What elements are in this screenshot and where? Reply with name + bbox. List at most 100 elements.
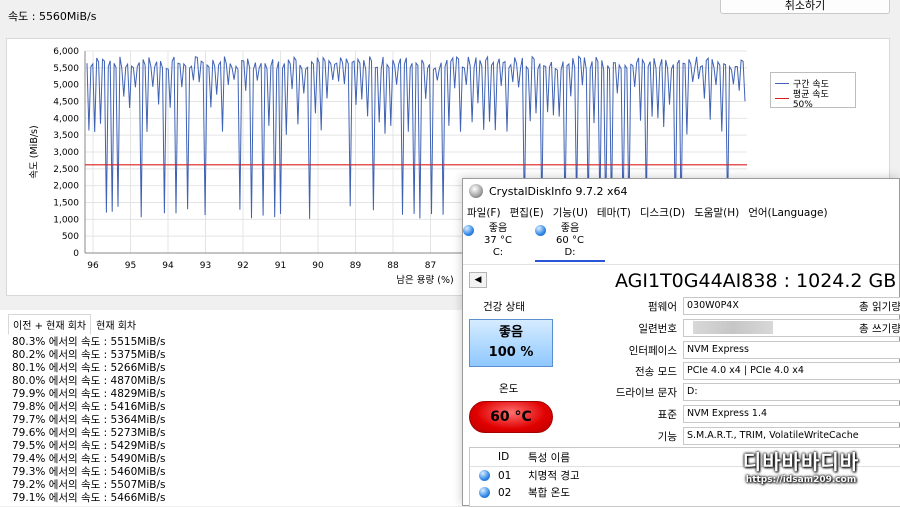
x-tick-label: 95: [125, 261, 136, 271]
attr-name: 복합 온도: [528, 487, 570, 499]
y-tick-label: 2,500: [53, 165, 79, 175]
status-dot-icon: [478, 487, 490, 498]
attr-name: 치명적 경고: [528, 470, 580, 482]
menu-file[interactable]: 파일(F): [467, 205, 501, 220]
x-tick-label: 91: [275, 261, 286, 271]
drive-c-letter: C:: [492, 247, 504, 258]
tab-all-rounds[interactable]: 이전 + 현재 회차: [8, 314, 92, 335]
chart-legend: 구간 속도 평균 속도 50%: [770, 72, 856, 110]
health-label: 건강 상태: [483, 301, 525, 313]
legend-swatch-red: [775, 98, 789, 99]
drive-d-letter: D:: [564, 247, 576, 258]
drive-selector-bar: 좋음 37 °C C: 좋음 60 °C D:: [463, 221, 899, 265]
log-line: 80.1% 에서의 속도 : 5266MiB/s: [12, 362, 166, 374]
firmware-label: 펌웨어: [648, 301, 677, 313]
standard-label: 표준: [657, 409, 677, 421]
total-write-label: 총 쓰기량: [859, 323, 900, 335]
x-tick-label: 90: [312, 261, 324, 271]
menu-bar: 파일(F) 편집(E) 기능(U) 테마(T) 디스크(D) 도움말(H) 언어…: [463, 203, 899, 221]
log-line: 79.3% 에서의 속도 : 5460MiB/s: [12, 466, 166, 478]
drive-c-button[interactable]: 좋음 37 °C C:: [463, 223, 533, 259]
triangle-left-icon: ◀: [474, 275, 482, 285]
log-line: 80.0% 에서의 속도 : 4870MiB/s: [12, 375, 166, 387]
log-line: 79.8% 에서의 속도 : 5416MiB/s: [12, 401, 166, 413]
health-percent: 100 %: [488, 345, 534, 360]
y-axis-label: 속도 (MiB/s): [29, 125, 40, 178]
drive-d-temp: 60 °C: [556, 235, 584, 246]
y-tick-label: 5,000: [53, 81, 79, 91]
y-tick-label: 3,500: [53, 131, 79, 141]
standard-value: NVM Express 1.4: [683, 405, 900, 423]
features-label: 기능: [657, 431, 677, 443]
x-tick-label: 88: [387, 261, 399, 271]
log-line: 79.6% 에서의 속도 : 5273MiB/s: [12, 427, 166, 439]
y-tick-label: 4,500: [53, 98, 79, 108]
y-tick-label: 3,000: [53, 148, 79, 158]
watermark-url: https://idsam209.com: [745, 475, 857, 485]
window-title: CrystalDiskInfo 9.7.2 x64: [489, 184, 628, 198]
menu-theme[interactable]: 테마(T): [597, 205, 631, 220]
x-tick-label: 92: [237, 261, 248, 271]
cancel-button[interactable]: 취소하기: [720, 0, 890, 14]
features-value: S.M.A.R.T., TRIM, VolatileWriteCache: [683, 427, 900, 445]
x-axis-label: 남은 용량 (%): [396, 274, 453, 286]
log-line: 79.1% 에서의 속도 : 5466MiB/s: [12, 492, 166, 504]
drive-d-status-icon: [535, 225, 546, 236]
log-tabs: 이전 + 현재 회차 현재 회차: [8, 314, 141, 335]
menu-edit[interactable]: 편집(E): [510, 205, 544, 220]
status-dot-icon: [478, 470, 490, 481]
window-titlebar[interactable]: CrystalDiskInfo 9.7.2 x64: [463, 179, 899, 203]
y-tick-label: 1,500: [53, 199, 79, 209]
log-line: 79.9% 에서의 속도 : 4829MiB/s: [12, 388, 166, 400]
column-attribute-name[interactable]: 특성 이름: [528, 450, 570, 465]
health-status-text: 좋음: [499, 325, 523, 340]
log-line: 79.5% 에서의 속도 : 5429MiB/s: [12, 440, 166, 452]
y-tick-label: 4,000: [53, 114, 79, 124]
y-tick-label: 500: [62, 232, 79, 242]
tab-current-round[interactable]: 현재 회차: [91, 314, 141, 335]
log-line: 79.4% 에서의 속도 : 5490MiB/s: [12, 453, 166, 465]
menu-function[interactable]: 기능(U): [553, 205, 588, 220]
legend-item-average: 평균 속도 50%: [775, 90, 851, 110]
serial-label: 일련번호: [638, 323, 677, 335]
total-read-label: 총 읽기량: [859, 301, 900, 313]
health-status-badge[interactable]: 좋음 100 %: [469, 319, 553, 367]
disk-model-title: AGI1T0G44AI838 : 1024.2 GB: [615, 270, 897, 292]
x-tick-label: 96: [87, 261, 99, 271]
watermark-logo: 디바바바디바: [742, 450, 860, 474]
log-line: 79.7% 에서의 속도 : 5364MiB/s: [12, 414, 166, 426]
drive-letter-value: D:: [683, 383, 900, 401]
log-line: 80.2% 에서의 속도 : 5375MiB/s: [12, 349, 166, 361]
serial-redaction: [693, 321, 773, 334]
y-tick-label: 0: [73, 249, 79, 259]
menu-language[interactable]: 언어(Language): [748, 205, 827, 220]
speed-readout: 속도 : 5560MiB/s: [8, 10, 97, 23]
drive-letter-label: 드라이브 문자: [615, 387, 677, 399]
temperature-label: 온도: [499, 383, 519, 395]
attr-id: 01: [498, 469, 512, 482]
legend-label-average: 평균 속도 50%: [792, 90, 829, 110]
x-tick-label: 89: [350, 261, 362, 271]
y-tick-label: 6,000: [53, 47, 79, 57]
previous-disk-button[interactable]: ◀: [469, 272, 487, 288]
interface-label: 인터페이스: [628, 345, 677, 357]
interface-value: NVM Express: [683, 341, 900, 359]
menu-disk[interactable]: 디스크(D): [640, 205, 685, 220]
x-tick-label: 87: [425, 261, 436, 271]
temperature-badge: 60 °C: [469, 401, 553, 433]
y-tick-label: 1,000: [53, 215, 79, 225]
y-tick-label: 5,500: [53, 64, 79, 74]
x-tick-label: 94: [162, 261, 174, 271]
selected-drive-indicator: [535, 260, 605, 262]
drive-d-button[interactable]: 좋음 60 °C D:: [535, 223, 605, 259]
speed-log-list: 80.3% 에서의 속도 : 5515MiB/s 80.2% 에서의 속도 : 5…: [12, 336, 452, 505]
transfer-mode-value: PCIe 4.0 x4 | PCIe 4.0 x4: [683, 362, 900, 380]
column-id[interactable]: ID: [498, 451, 528, 463]
drive-c-temp: 37 °C: [484, 235, 512, 246]
attr-id: 02: [498, 486, 512, 499]
transfer-mode-label: 전송 모드: [635, 366, 677, 378]
x-tick-label: 93: [200, 261, 211, 271]
y-tick-label: 2,000: [53, 182, 79, 192]
log-line: 79.2% 에서의 속도 : 5507MiB/s: [12, 479, 166, 491]
menu-help[interactable]: 도움말(H): [694, 205, 739, 220]
